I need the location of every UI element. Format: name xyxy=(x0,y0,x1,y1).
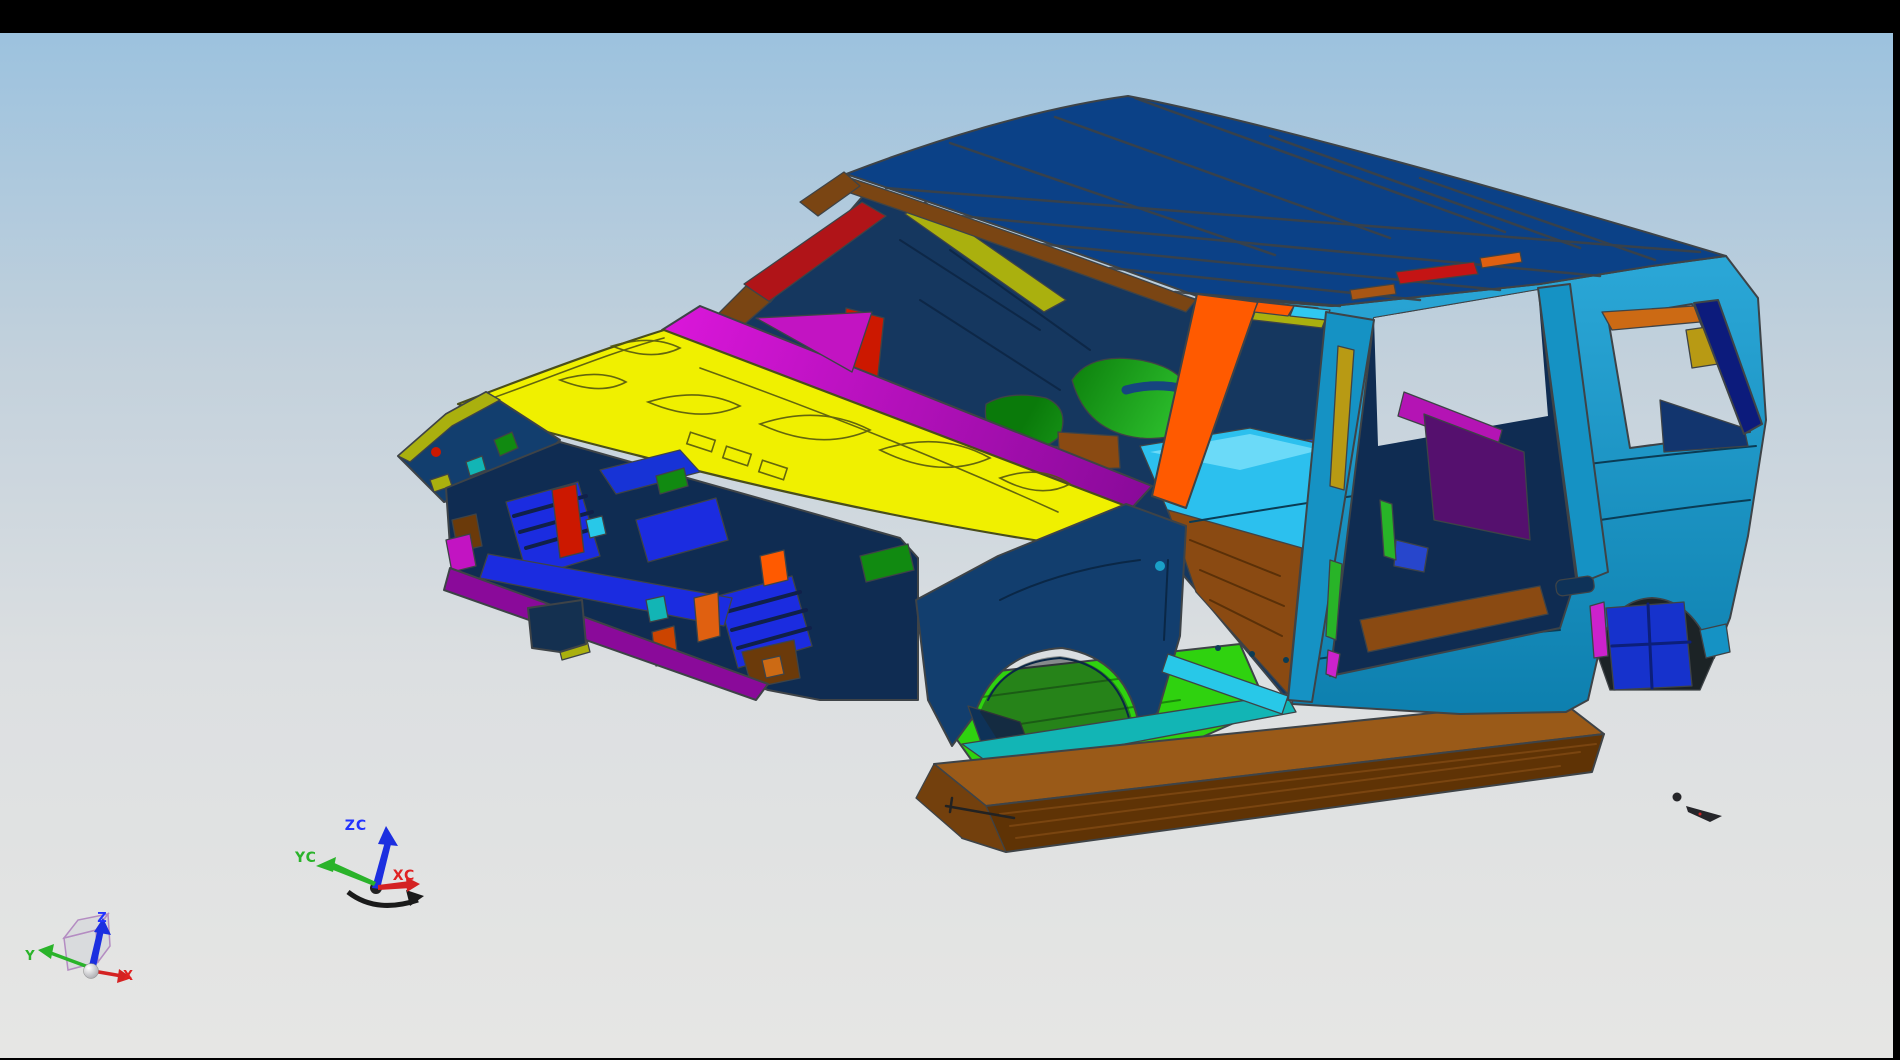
support-teal-bit xyxy=(646,596,668,622)
sill-dot xyxy=(1215,645,1221,651)
wcs-y-label: YC xyxy=(294,850,317,866)
cowl-red-grommet xyxy=(431,447,441,457)
frame-right-strip xyxy=(1893,0,1900,1060)
sill-dot xyxy=(1283,657,1289,663)
sill-dot xyxy=(1249,651,1255,657)
debris-dot xyxy=(1673,793,1682,802)
support-orange-part xyxy=(694,592,720,642)
graphics-area: ZC YC XC Z Y X xyxy=(0,0,1900,1060)
cad-application-window: ZC YC XC Z Y X xyxy=(0,0,1900,1060)
tow-bracket-block[interactable] xyxy=(528,600,586,652)
frame-top-bar xyxy=(0,0,1900,33)
debris-red-speck xyxy=(1699,813,1702,816)
corner-magenta-piece xyxy=(446,534,476,572)
abs-origin-sphere[interactable] xyxy=(84,964,99,979)
lower-tan-bit xyxy=(762,656,784,678)
wcs-z-label: ZC xyxy=(345,818,367,834)
support-cyan-bit xyxy=(586,516,606,538)
rear-lower-tab xyxy=(1700,624,1730,658)
support-orange-part xyxy=(760,550,788,586)
abs-x-label: X xyxy=(123,969,133,984)
abs-y-label: Y xyxy=(24,949,35,964)
abs-z-label: Z xyxy=(97,911,106,926)
wcs-x-label: XC xyxy=(393,868,416,884)
fender-hole xyxy=(1155,561,1165,571)
